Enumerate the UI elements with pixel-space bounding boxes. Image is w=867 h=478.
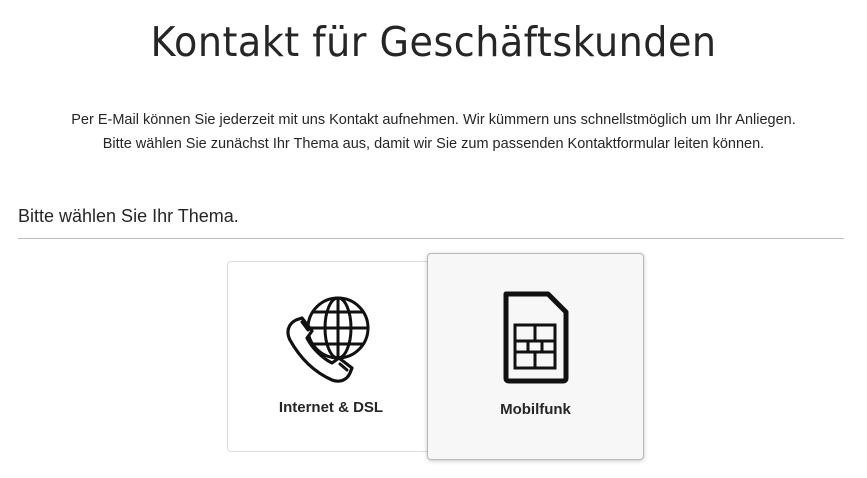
intro-text: Per E-Mail können Sie jederzeit mit uns … xyxy=(0,108,867,156)
topic-card-mobilfunk[interactable]: Mobilfunk xyxy=(427,253,644,460)
intro-line-1: Per E-Mail können Sie jederzeit mit uns … xyxy=(71,112,796,128)
topic-divider xyxy=(18,238,844,239)
topic-card-label: Internet & DSL xyxy=(278,399,384,416)
phone-globe-icon xyxy=(286,296,370,383)
intro-line-2: Bitte wählen Sie zunächst Ihr Thema aus,… xyxy=(102,136,765,152)
sim-card-icon xyxy=(503,291,569,384)
page-title: Kontakt für Geschäftskunden xyxy=(150,18,717,66)
topic-card-label: Mobilfunk xyxy=(500,401,571,418)
topic-card-internet-dsl[interactable]: Internet & DSL xyxy=(227,261,435,452)
topic-heading: Bitte wählen Sie Ihr Thema. xyxy=(18,206,239,226)
